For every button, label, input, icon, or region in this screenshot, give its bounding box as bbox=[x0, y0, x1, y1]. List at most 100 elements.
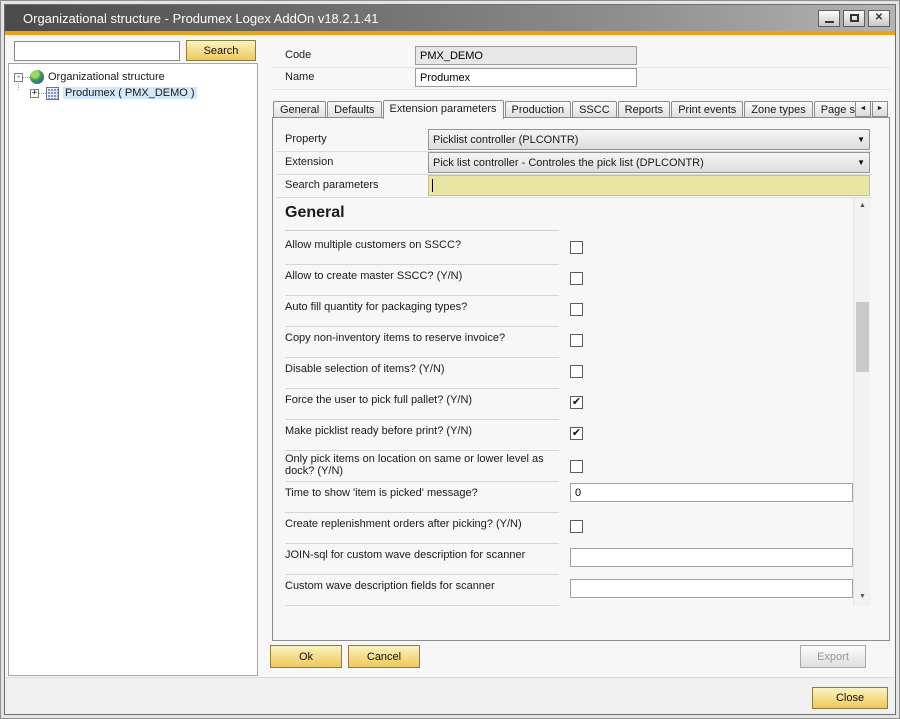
param-checkbox[interactable] bbox=[570, 334, 583, 347]
tab-production[interactable]: Production bbox=[505, 101, 572, 118]
expand-icon[interactable]: + bbox=[30, 89, 39, 98]
text-caret bbox=[432, 179, 433, 192]
code-label: Code bbox=[285, 49, 311, 61]
tab-sscc[interactable]: SSCC bbox=[572, 101, 617, 118]
divider bbox=[276, 197, 872, 198]
tree-item-label[interactable]: Organizational structure bbox=[48, 71, 165, 83]
param-label: Disable selection of items? (Y/N) bbox=[285, 363, 559, 375]
window-title: Organizational structure - Produmex Loge… bbox=[23, 11, 379, 26]
search-button[interactable]: Search bbox=[186, 40, 256, 61]
search-parameters-label: Search parameters bbox=[285, 179, 379, 191]
param-checkbox[interactable] bbox=[570, 427, 583, 440]
param-text-input[interactable] bbox=[570, 579, 853, 598]
param-label: Copy non-inventory items to reserve invo… bbox=[285, 332, 559, 344]
extension-dropdown-value: Pick list controller - Controles the pic… bbox=[433, 157, 704, 169]
param-label: Only pick items on location on same or l… bbox=[285, 453, 559, 477]
param-label: Force the user to pick full pallet? (Y/N… bbox=[285, 394, 559, 406]
param-label: Auto fill quantity for packaging types? bbox=[285, 301, 559, 313]
tab-extension-parameters[interactable]: Extension parameters bbox=[383, 100, 504, 119]
maximize-button[interactable] bbox=[843, 10, 865, 27]
globe-icon bbox=[30, 70, 44, 84]
name-field[interactable] bbox=[415, 68, 637, 87]
param-label: Custom wave description fields for scann… bbox=[285, 580, 559, 592]
property-dropdown[interactable]: Picklist controller (PLCONTR) ▼ bbox=[428, 129, 870, 150]
tree-connector bbox=[39, 93, 46, 94]
param-row: Allow to create master SSCC? (Y/N) bbox=[273, 265, 853, 296]
tab-reports[interactable]: Reports bbox=[618, 101, 671, 118]
tab-general[interactable]: General bbox=[273, 101, 326, 118]
tab-scroll-right-icon: ► bbox=[877, 105, 884, 112]
tab-strip: General Defaults Extension parameters Pr… bbox=[273, 99, 889, 118]
param-row: Time to show 'item is picked' message? bbox=[273, 482, 853, 513]
param-text-input[interactable] bbox=[570, 548, 853, 567]
param-row: Copy non-inventory items to reserve invo… bbox=[273, 327, 853, 358]
tab-scroll-left-button[interactable]: ◄ bbox=[855, 101, 871, 117]
param-text-input[interactable] bbox=[570, 483, 853, 502]
param-row: Allow multiple customers on SSCC? bbox=[273, 234, 853, 265]
maximize-icon bbox=[850, 14, 859, 22]
property-dropdown-value: Picklist controller (PLCONTR) bbox=[433, 134, 578, 146]
param-checkbox[interactable] bbox=[570, 272, 583, 285]
parameter-rows: Allow multiple customers on SSCC? Allow … bbox=[273, 234, 853, 606]
param-row: Create replenishment orders after pickin… bbox=[273, 513, 853, 544]
name-label: Name bbox=[285, 71, 314, 83]
tab-scroll-left-icon: ◄ bbox=[860, 105, 867, 112]
param-row: Custom wave description fields for scann… bbox=[273, 575, 853, 606]
extension-dropdown[interactable]: Pick list controller - Controles the pic… bbox=[428, 152, 870, 173]
tab-print-events[interactable]: Print events bbox=[671, 101, 743, 118]
param-row: Only pick items on location on same or l… bbox=[273, 451, 853, 482]
dialog-body: Search - Organizational structure + Prod… bbox=[5, 35, 895, 714]
search-parameters-input[interactable] bbox=[428, 175, 870, 196]
param-label: Allow to create master SSCC? (Y/N) bbox=[285, 270, 559, 282]
building-icon bbox=[46, 87, 59, 100]
scroll-down-icon: ▼ bbox=[859, 593, 866, 600]
param-label: Time to show 'item is picked' message? bbox=[285, 487, 559, 499]
param-row: JOIN-sql for custom wave description for… bbox=[273, 544, 853, 575]
param-row: Auto fill quantity for packaging types? bbox=[273, 296, 853, 327]
tab-scroll-right-button[interactable]: ► bbox=[872, 101, 888, 117]
param-row: Force the user to pick full pallet? (Y/N… bbox=[273, 389, 853, 420]
tree-item-label[interactable]: Produmex ( PMX_DEMO ) bbox=[63, 87, 197, 99]
param-checkbox[interactable] bbox=[570, 241, 583, 254]
param-row: Disable selection of items? (Y/N) bbox=[273, 358, 853, 389]
tree-item-organizational-structure[interactable]: - Organizational structure bbox=[14, 69, 165, 85]
extension-parameters-panel: Property Picklist controller (PLCONTR) ▼… bbox=[272, 117, 890, 641]
tab-defaults[interactable]: Defaults bbox=[327, 101, 381, 118]
param-label: JOIN-sql for custom wave description for… bbox=[285, 549, 559, 561]
org-tree-panel[interactable]: - Organizational structure + Produmex ( … bbox=[8, 63, 258, 676]
window: Organizational structure - Produmex Loge… bbox=[0, 0, 900, 719]
param-checkbox[interactable] bbox=[570, 460, 583, 473]
footer-bar: Close bbox=[5, 677, 895, 714]
dropdown-arrow-icon: ▼ bbox=[857, 135, 865, 144]
vertical-scrollbar[interactable]: ▲ ▼ bbox=[853, 198, 870, 606]
divider bbox=[285, 605, 559, 606]
cancel-button[interactable]: Cancel bbox=[348, 645, 420, 668]
code-field bbox=[415, 46, 637, 65]
tree-search-input[interactable] bbox=[14, 41, 180, 61]
param-row: Make picklist ready before print? (Y/N) bbox=[273, 420, 853, 451]
param-label: Allow multiple customers on SSCC? bbox=[285, 239, 559, 251]
param-checkbox[interactable] bbox=[570, 303, 583, 316]
param-checkbox[interactable] bbox=[570, 396, 583, 409]
divider bbox=[272, 89, 890, 90]
tree-connector bbox=[23, 77, 30, 78]
export-button[interactable]: Export bbox=[800, 645, 866, 668]
titlebar[interactable]: Organizational structure - Produmex Loge… bbox=[5, 5, 895, 31]
collapse-icon[interactable]: - bbox=[14, 73, 23, 82]
tab-zone-types[interactable]: Zone types bbox=[744, 101, 812, 118]
tree-item-produmex[interactable]: + Produmex ( PMX_DEMO ) bbox=[30, 85, 197, 101]
property-label: Property bbox=[285, 133, 327, 145]
param-checkbox[interactable] bbox=[570, 365, 583, 378]
minimize-button[interactable] bbox=[818, 10, 840, 27]
close-button[interactable]: ✕ bbox=[868, 10, 890, 27]
ok-button[interactable]: Ok bbox=[270, 645, 342, 668]
extension-label: Extension bbox=[285, 156, 333, 168]
scrollbar-thumb[interactable] bbox=[856, 302, 869, 372]
param-checkbox[interactable] bbox=[570, 520, 583, 533]
section-rule bbox=[285, 230, 559, 231]
param-label: Make picklist ready before print? (Y/N) bbox=[285, 425, 559, 437]
dropdown-arrow-icon: ▼ bbox=[857, 158, 865, 167]
scroll-down-button[interactable]: ▼ bbox=[854, 589, 871, 606]
scroll-up-button[interactable]: ▲ bbox=[854, 198, 871, 215]
close-dialog-button[interactable]: Close bbox=[812, 687, 888, 709]
